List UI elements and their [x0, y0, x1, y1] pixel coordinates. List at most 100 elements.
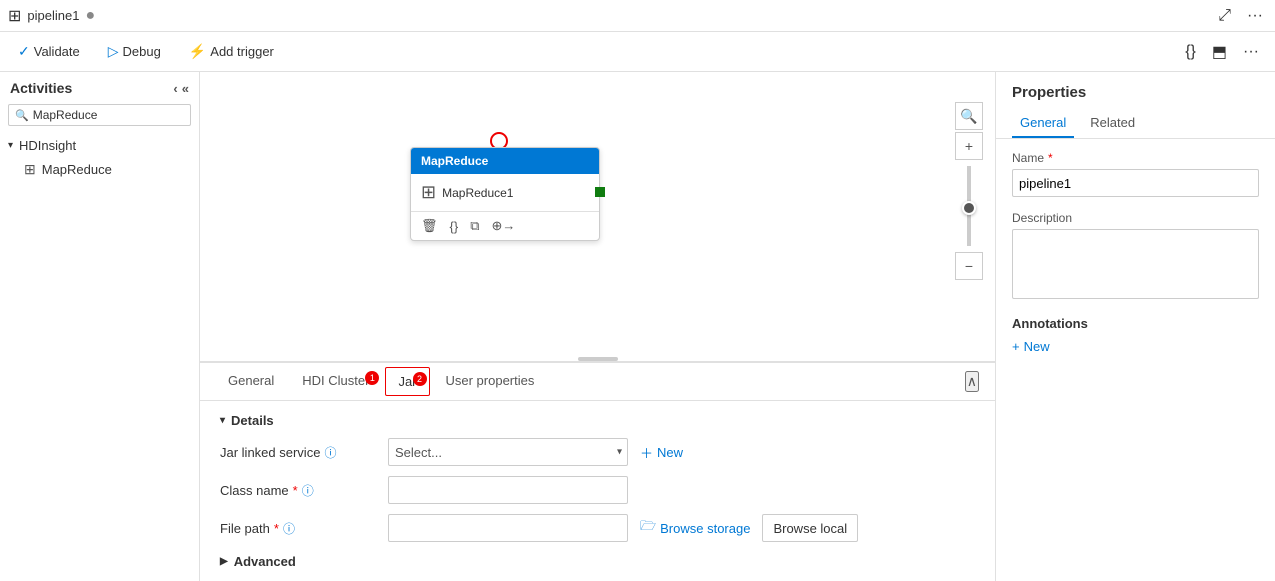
plus-icon: ＋: [640, 443, 653, 462]
sidebar-item-mapreduce[interactable]: ⊞ MapReduce ⋯ ⊞: [0, 157, 199, 182]
props-description-label: Description: [1012, 211, 1259, 225]
props-name-label: Name *: [1012, 151, 1259, 165]
props-description-input[interactable]: [1012, 229, 1259, 299]
props-name-field: Name *: [1012, 151, 1259, 197]
props-tab-general[interactable]: General: [1012, 109, 1074, 138]
activity-node-icon: ⊞: [421, 182, 436, 203]
jar-badge: 2: [413, 372, 427, 386]
class-name-input[interactable]: [388, 476, 628, 504]
delete-node-button[interactable]: 🗑: [419, 216, 440, 236]
sidebar: Activities ‹ « 🔍 ▾ HDInsight ⊞ MapReduce…: [0, 72, 200, 581]
jar-linked-service-label: Jar linked service ⓘ: [220, 444, 380, 461]
canvas-zoom-slider[interactable]: [967, 166, 971, 246]
sidebar-section-hdinsight[interactable]: ▾ HDInsight: [0, 134, 199, 157]
collapse-panel-button[interactable]: ∧: [965, 371, 979, 392]
search-icon: 🔍: [15, 109, 29, 122]
panel-resize-handle[interactable]: [578, 357, 618, 361]
add-trigger-button[interactable]: ⚡ Add trigger: [183, 39, 280, 64]
pipeline-icon: ⊞: [8, 6, 21, 26]
mapreduce-icon: ⊞: [24, 161, 36, 178]
jar-linked-service-select[interactable]: Select...: [388, 438, 628, 466]
file-path-input[interactable]: [388, 514, 628, 542]
class-name-info-icon[interactable]: ⓘ: [302, 482, 314, 499]
props-name-required: *: [1048, 151, 1053, 165]
collapse2-icon[interactable]: «: [182, 81, 189, 96]
advanced-chevron-icon: ▶: [220, 556, 228, 567]
tab-general[interactable]: General: [216, 367, 286, 396]
sidebar-header: Activities ‹ «: [0, 72, 199, 104]
validate-icon: ✓: [18, 43, 30, 60]
node-right-connection: [595, 187, 605, 197]
tab-jar[interactable]: Jar 2: [385, 367, 429, 396]
class-name-row: Class name * ⓘ: [220, 476, 975, 504]
canvas-main[interactable]: MapReduce ⊞ MapReduce1 🗑 {} ⧉ ⊕→ 🔍 +: [200, 72, 995, 361]
details-label: Details: [231, 413, 274, 428]
browse-storage-icon: 🗁: [640, 517, 656, 539]
file-path-info-icon[interactable]: ⓘ: [283, 520, 295, 537]
toolbar-more-button[interactable]: ···: [1239, 39, 1263, 65]
jar-linked-service-row: Jar linked service ⓘ Select... ▾ ＋ New: [220, 438, 975, 466]
activity-node-name: MapReduce1: [442, 186, 513, 200]
details-header[interactable]: ▾ Details: [220, 413, 975, 428]
tab-user-properties[interactable]: User properties: [434, 367, 547, 396]
props-tab-related[interactable]: Related: [1082, 109, 1143, 138]
canvas-slider-thumb: [962, 201, 976, 215]
activity-node-body: ⊞ MapReduce1: [411, 174, 599, 211]
ellipsis-icon[interactable]: ⋯: [167, 163, 179, 177]
jar-linked-service-new-button[interactable]: ＋ New: [636, 443, 687, 462]
props-annotations-field: Annotations + New: [1012, 316, 1259, 354]
advanced-section[interactable]: ▶ Advanced: [220, 554, 975, 569]
properties-panel: Properties General Related Name * Descri…: [995, 72, 1275, 581]
props-new-annotation-button[interactable]: + New: [1012, 339, 1050, 354]
copy-node-button[interactable]: ⧉: [468, 216, 481, 236]
chevron-down-icon: ▾: [8, 140, 13, 151]
toolbar: ✓ Validate ▷ Debug ⚡ Add trigger {} ⬒ ··…: [0, 32, 1275, 72]
canvas-controls: 🔍 + −: [955, 102, 983, 280]
advanced-label: Advanced: [234, 554, 296, 569]
details-section: ▾ Details Jar linked service ⓘ Select...: [220, 413, 975, 542]
properties-title: Properties: [996, 72, 1275, 109]
properties-body: Name * Description Annotations + New: [996, 139, 1275, 380]
canvas-zoom-in-button[interactable]: +: [955, 132, 983, 160]
file-path-label: File path * ⓘ: [220, 520, 380, 537]
class-name-required: *: [293, 483, 298, 498]
activity-node-mapreduce: MapReduce ⊞ MapReduce1 🗑 {} ⧉ ⊕→: [410, 147, 600, 241]
props-new-label: New: [1024, 339, 1050, 354]
sidebar-search-box: 🔍: [8, 104, 191, 126]
details-chevron-icon: ▾: [220, 415, 225, 426]
canvas-zoom-out-button[interactable]: −: [955, 252, 983, 280]
publish-button[interactable]: ⬒: [1208, 38, 1231, 66]
code-button[interactable]: {}: [1181, 39, 1200, 65]
class-name-label: Class name * ⓘ: [220, 482, 380, 499]
maximize-button[interactable]: ⤢: [1214, 3, 1235, 29]
center-panel: MapReduce ⊞ MapReduce1 🗑 {} ⧉ ⊕→ 🔍 +: [200, 72, 995, 581]
props-name-input[interactable]: [1012, 169, 1259, 197]
debug-icon: ▷: [108, 43, 119, 60]
connect-node-button[interactable]: ⊕→: [490, 216, 518, 236]
debug-button[interactable]: ▷ Debug: [102, 39, 167, 64]
activity-node-title: MapReduce: [421, 154, 488, 168]
bottom-panel: General HDI Cluster 1 Jar 2 User propert…: [200, 361, 995, 581]
sidebar-header-icons: ‹ «: [173, 81, 189, 96]
props-annotations-label: Annotations: [1012, 316, 1259, 331]
browse-local-button[interactable]: Browse local: [762, 514, 858, 542]
collapse-icon[interactable]: ‹: [173, 81, 177, 96]
code-node-button[interactable]: {}: [448, 217, 461, 236]
toolbar-right: {} ⬒ ···: [1181, 38, 1263, 66]
tab-hdi-cluster[interactable]: HDI Cluster 1: [290, 367, 381, 396]
validate-button[interactable]: ✓ Validate: [12, 39, 86, 64]
sidebar-title: Activities: [10, 80, 72, 96]
modified-dot: ●: [85, 7, 95, 25]
trigger-icon: ⚡: [189, 43, 206, 60]
title-more-button[interactable]: ···: [1243, 3, 1267, 29]
title-bar: ⊞ pipeline1 ● ⤢ ···: [0, 0, 1275, 32]
bottom-tabs: General HDI Cluster 1 Jar 2 User propert…: [200, 363, 995, 401]
grid-icon[interactable]: ⊞: [181, 163, 191, 177]
title-bar-left: ⊞ pipeline1 ●: [8, 6, 95, 26]
jar-linked-service-info-icon[interactable]: ⓘ: [324, 444, 336, 461]
browse-storage-button[interactable]: 🗁 Browse storage: [636, 517, 754, 539]
tab-title: pipeline1: [27, 8, 79, 23]
search-input[interactable]: [33, 108, 188, 122]
canvas-search-button[interactable]: 🔍: [955, 102, 983, 130]
file-path-row: File path * ⓘ 🗁 Browse storage Browse lo…: [220, 514, 975, 542]
